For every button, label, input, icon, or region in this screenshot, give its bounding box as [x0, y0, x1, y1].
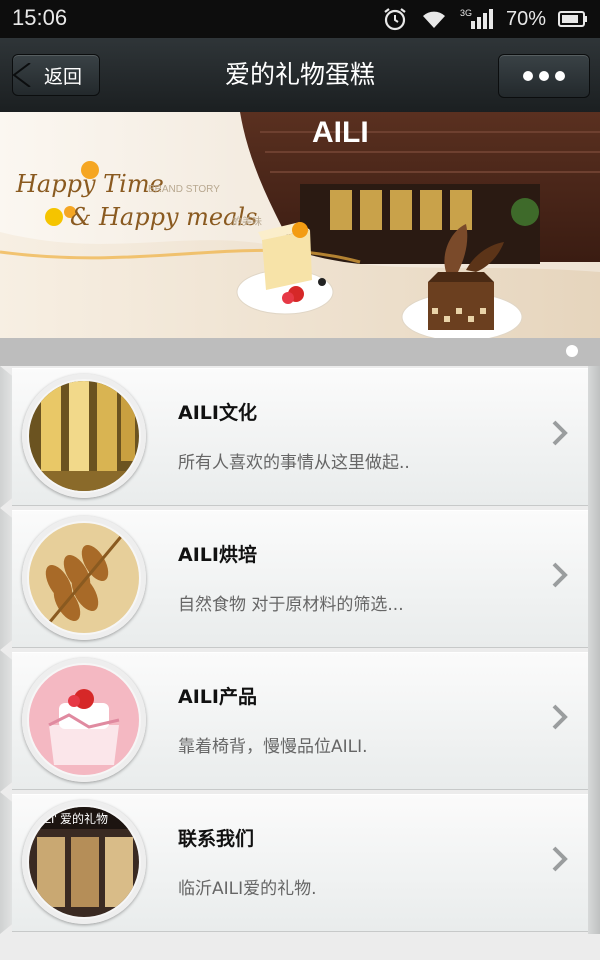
list-item-subtitle: 所有人喜欢的事情从这里做起.. — [178, 453, 410, 473]
chevron-right-icon — [552, 420, 568, 446]
storefront-image: AILI' 爱的礼物 — [29, 807, 139, 917]
battery-icon — [558, 11, 587, 27]
banner-headline-1: Happy Time — [15, 170, 164, 198]
list-item-title: AILI产品 — [178, 686, 257, 708]
list-item-subtitle: 靠着椅背，慢慢品位AILI. — [178, 737, 368, 757]
list-item-title: AILI烘培 — [178, 544, 257, 566]
more-dot-icon — [555, 71, 565, 81]
more-options-button[interactable] — [498, 54, 590, 98]
network-type: 3G — [460, 8, 472, 18]
chevron-right-icon — [552, 846, 568, 872]
banner-carousel[interactable]: AILI Happy Time & Happy meals BRAND STOR… — [0, 112, 600, 338]
back-button[interactable]: 返回 — [12, 54, 100, 96]
alarm-icon — [384, 8, 406, 31]
strawberry-cake-image — [29, 665, 139, 775]
status-bar: 15:06 3G 70% — [0, 0, 600, 38]
wifi-icon — [422, 11, 445, 28]
more-dot-icon — [523, 71, 533, 81]
chevron-right-icon — [552, 562, 568, 588]
banner-small-text-1: BRAND STORY — [148, 184, 220, 195]
carousel-dot-active[interactable] — [566, 345, 578, 357]
list-item-title: 联系我们 — [178, 828, 255, 850]
storefront-sign: AILI' 爱的礼物 — [33, 811, 108, 826]
back-button-label: 返回 — [43, 65, 82, 88]
list-item-culture[interactable]: AILI文化 所有人喜欢的事情从这里做起.. — [0, 366, 600, 508]
thumbnail-champagne — [22, 374, 146, 498]
nav-header: 爱的礼物蛋糕 返回 — [0, 38, 600, 113]
more-dot-icon — [539, 71, 549, 81]
list-item-subtitle: 临沂AILI爱的礼物. — [178, 879, 317, 899]
thumbnail-cake — [22, 658, 146, 782]
back-chevron-icon — [12, 63, 31, 87]
list-item-baking[interactable]: AILI烘培 自然食物 对于原材料的筛选... — [0, 508, 600, 650]
banner-store-sign: AILI — [312, 116, 369, 149]
list-item-title: AILI文化 — [178, 402, 257, 424]
list-item-products[interactable]: AILI产品 靠着椅背，慢慢品位AILI. — [0, 650, 600, 792]
champagne-glasses-image — [29, 381, 139, 491]
thumbnail-storefront: AILI' 爱的礼物 — [22, 800, 146, 924]
banner-headline-2: & Happy meals — [70, 203, 257, 231]
list-item-subtitle: 自然食物 对于原材料的筛选... — [178, 595, 404, 615]
thumbnail-wheat — [22, 516, 146, 640]
list-item-contact[interactable]: AILI' 爱的礼物 联系我们 临沂AILI爱的礼物. — [0, 792, 600, 934]
wheat-ears-image — [29, 523, 139, 633]
battery-percent: 70% — [505, 7, 546, 30]
chevron-right-icon — [552, 704, 568, 730]
banner-small-text-2: 的美味 — [232, 215, 262, 228]
status-time: 15:06 — [12, 5, 68, 30]
banner-image: AILI Happy Time & Happy meals BRAND STOR… — [0, 112, 600, 338]
signal-icon: 3G — [460, 8, 493, 29]
carousel-indicator — [0, 338, 600, 366]
